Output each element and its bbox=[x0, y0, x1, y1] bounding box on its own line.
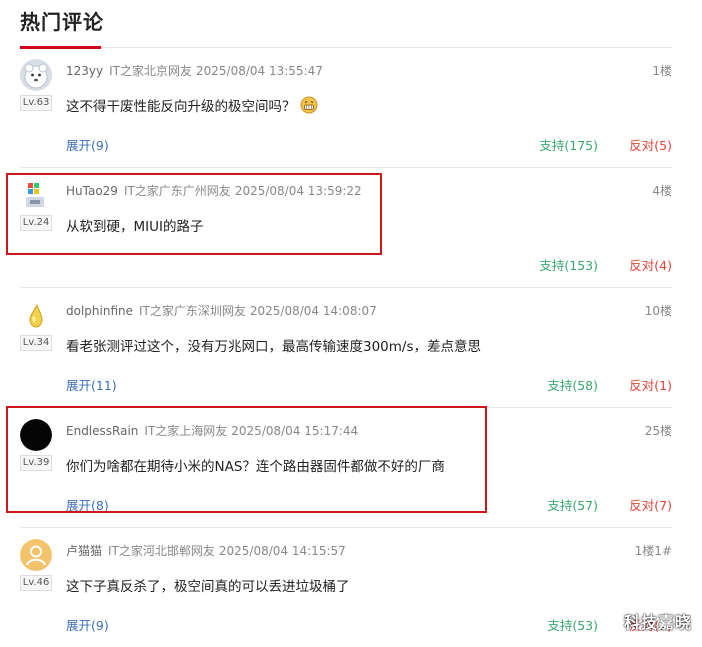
comment-text: 这不得干废性能反向升级的极空间吗？ bbox=[66, 99, 296, 115]
level-badge: Lv.39 bbox=[20, 455, 52, 471]
user-source: IT之家上海网友 bbox=[144, 424, 228, 438]
support-button[interactable]: 支持(58) bbox=[547, 375, 598, 394]
level-badge: Lv.34 bbox=[20, 335, 52, 351]
user-source: IT之家河北邯郸网友 bbox=[108, 544, 215, 558]
comment-time: 2025/08/04 14:08:07 bbox=[249, 304, 377, 318]
comment-meta: 卢猫猫 IT之家河北邯郸网友 2025/08/04 14:15:57 bbox=[66, 542, 346, 559]
level-badge: Lv.24 bbox=[20, 215, 52, 231]
support-button[interactable]: 支持(57) bbox=[547, 495, 598, 514]
expand-replies-button[interactable]: 展开(8) bbox=[66, 495, 109, 514]
username[interactable]: 123yy bbox=[66, 64, 103, 78]
comment-meta: EndlessRain IT之家上海网友 2025/08/04 15:17:44 bbox=[66, 422, 358, 439]
comment-meta: HuTao29 IT之家广东广州网友 2025/08/04 13:59:22 bbox=[66, 182, 362, 199]
expand-replies-button[interactable]: 展开(9) bbox=[66, 615, 109, 634]
pixel-logo-avatar[interactable] bbox=[20, 179, 52, 211]
comment-text: 从软到硬，MIUI的路子 bbox=[66, 219, 204, 235]
floor-number: 25楼 bbox=[644, 424, 672, 438]
floor-number: 4楼 bbox=[652, 184, 672, 198]
floor-number: 1楼 bbox=[652, 64, 672, 78]
comment-item: Lv.34 dolphinfine IT之家广东深圳网友 2025/08/04 14… bbox=[20, 287, 672, 408]
oppose-button[interactable]: 反对(7) bbox=[629, 495, 672, 514]
comment-item: Lv.39 EndlessRain IT之家上海网友 2025/08/04 15:1… bbox=[20, 407, 672, 528]
comment-text: 看老张测评过这个，没有万兆网口，最高传输速度300m/s，差点意思 bbox=[66, 339, 481, 355]
comment-text: 这下子真反杀了，极空间真的可以丢进垃圾桶了 bbox=[66, 579, 350, 595]
support-button[interactable]: 支持(153) bbox=[539, 255, 598, 274]
yellow-drop-avatar[interactable] bbox=[20, 299, 52, 331]
oppose-button[interactable]: 反对(4) bbox=[629, 255, 672, 274]
username[interactable]: EndlessRain bbox=[66, 424, 138, 438]
username[interactable]: HuTao29 bbox=[66, 184, 118, 198]
comment-time: 2025/08/04 13:59:22 bbox=[234, 184, 362, 198]
comment-item: Lv.24 HuTao29 IT之家广东广州网友 2025/08/04 13:59:… bbox=[20, 167, 672, 288]
comment-time: 2025/08/04 13:55:47 bbox=[195, 64, 323, 78]
user-source: IT之家广东深圳网友 bbox=[139, 304, 246, 318]
floor-number: 1楼1# bbox=[634, 544, 672, 558]
support-button[interactable]: 支持(175) bbox=[539, 135, 598, 154]
white-bear-avatar[interactable] bbox=[20, 59, 52, 91]
comments-header: 热门评论 bbox=[20, 0, 672, 49]
expand-replies-button[interactable]: 展开(11) bbox=[66, 375, 117, 394]
user-source: IT之家北京网友 bbox=[109, 64, 192, 78]
section-title: 热门评论 bbox=[20, 10, 104, 34]
oppose-button[interactable]: 反对(1) bbox=[629, 375, 672, 394]
username[interactable]: dolphinfine bbox=[66, 304, 133, 318]
watermark: 科技嘉晓 bbox=[623, 613, 692, 632]
expand-replies-button[interactable]: 展开(9) bbox=[66, 135, 109, 154]
level-badge: Lv.46 bbox=[20, 575, 52, 591]
username[interactable]: 卢猫猫 bbox=[66, 544, 102, 558]
comment-meta: 123yy IT之家北京网友 2025/08/04 13:55:47 bbox=[66, 62, 323, 79]
grin-emoji-icon bbox=[300, 96, 318, 118]
black-circle-avatar[interactable] bbox=[20, 419, 52, 451]
level-badge: Lv.63 bbox=[20, 95, 52, 111]
comment-text: 你们为啥都在期待小米的NAS？连个路由器固件都做不好的厂商 bbox=[66, 459, 445, 475]
comment-time: 2025/08/04 14:15:57 bbox=[218, 544, 346, 558]
comment-item: Lv.63 123yy IT之家北京网友 2025/08/04 13:55:47 1… bbox=[20, 47, 672, 168]
user-source: IT之家广东广州网友 bbox=[123, 184, 231, 198]
comment-meta: dolphinfine IT之家广东深圳网友 2025/08/04 14:08:07 bbox=[66, 302, 377, 319]
floor-number: 10楼 bbox=[644, 304, 672, 318]
comment-item: Lv.46 卢猫猫 IT之家河北邯郸网友 2025/08/04 14:15:57 1… bbox=[20, 527, 672, 647]
comment-text-row: 这不得干废性能反向升级的极空间吗？ bbox=[66, 95, 318, 118]
default-user-avatar[interactable] bbox=[20, 539, 52, 571]
oppose-button[interactable]: 反对(5) bbox=[629, 135, 672, 154]
comment-time: 2025/08/04 15:17:44 bbox=[231, 424, 359, 438]
support-button[interactable]: 支持(53) bbox=[547, 615, 598, 634]
